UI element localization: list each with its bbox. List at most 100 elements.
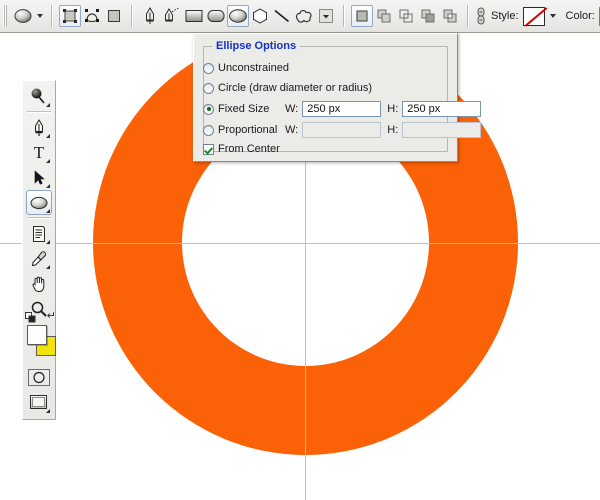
new-shape-layer-button[interactable] xyxy=(351,5,373,27)
quick-mask-icon xyxy=(28,369,50,386)
fixed-width-label: W: xyxy=(285,103,299,115)
style-chevron-down-icon[interactable] xyxy=(549,14,556,18)
radio-circle-icon[interactable] xyxy=(203,82,214,94)
add-to-shape-area-icon xyxy=(377,9,391,23)
label-fixed-size: Fixed Size xyxy=(218,103,270,115)
intersect-shape-areas-icon xyxy=(421,9,435,23)
path-selection-tool-button[interactable] xyxy=(26,165,52,190)
screen-mode-button[interactable] xyxy=(26,390,52,415)
radio-fixed-size-icon[interactable] xyxy=(203,103,214,115)
rectangle-tool-icon xyxy=(185,10,203,22)
line-tool-icon xyxy=(274,9,290,23)
rounded-rectangle-tool-icon xyxy=(207,10,225,22)
ellipse-shape-icon xyxy=(229,9,247,23)
type-tool-button[interactable]: T xyxy=(26,140,52,165)
exclude-overlapping-shape-areas-button[interactable] xyxy=(439,5,461,27)
exclude-overlapping-shape-areas-icon xyxy=(443,9,457,23)
foreground-color-swatch[interactable] xyxy=(27,325,47,345)
rounded-rectangle-tool-button[interactable] xyxy=(205,5,227,27)
tool-preset-chevron-down-icon[interactable] xyxy=(37,14,43,18)
label-circle: Circle (draw diameter or radius) xyxy=(218,82,373,94)
subtract-from-shape-area-icon xyxy=(399,9,413,23)
color-swatches: ↵ xyxy=(23,311,57,361)
radio-proportional-icon[interactable] xyxy=(203,124,214,136)
hand-tool-icon xyxy=(32,276,45,292)
fixed-width-input[interactable] xyxy=(302,101,382,117)
notes-tool-button[interactable] xyxy=(26,221,52,246)
subtract-from-shape-area-button[interactable] xyxy=(395,5,417,27)
label-proportional: Proportional xyxy=(218,124,278,136)
fixed-size-fields: W: H: xyxy=(285,101,482,117)
radio-unconstrained-icon[interactable] xyxy=(203,62,214,74)
proportional-height-input xyxy=(402,122,482,138)
link-style-icon[interactable] xyxy=(475,6,487,26)
proportional-height-label: H: xyxy=(387,124,399,136)
chevron-down-icon xyxy=(319,9,333,23)
options-bar-separator xyxy=(51,5,53,27)
add-to-shape-area-button[interactable] xyxy=(373,5,395,27)
tool-preset-picker[interactable] xyxy=(11,6,45,26)
toolbox-divider xyxy=(27,111,51,113)
toolbox-panel: T ↵ xyxy=(22,80,56,420)
flyout-corner-icon xyxy=(46,240,50,244)
line-tool-button[interactable] xyxy=(271,5,293,27)
paths-icon xyxy=(85,9,99,23)
option-row-fixed-size[interactable]: Fixed Size xyxy=(203,101,269,117)
pen-tool-icon xyxy=(35,118,43,136)
option-row-circle[interactable]: Circle (draw diameter or radius) xyxy=(203,80,372,96)
ellipse-tool-button[interactable] xyxy=(227,5,249,27)
option-row-proportional[interactable]: Proportional xyxy=(203,122,277,138)
polygon-tool-icon xyxy=(253,8,267,24)
horizontal-guide[interactable] xyxy=(0,243,600,244)
intersect-shape-areas-button[interactable] xyxy=(417,5,439,27)
ellipse-options-panel: Ellipse Options Unconstrained Circle (dr… xyxy=(193,33,482,162)
label-from-center: From Center xyxy=(218,143,280,155)
proportional-width-input xyxy=(302,122,382,138)
path-selection-arrow-icon xyxy=(34,169,45,185)
options-bar-separator-2 xyxy=(131,5,133,27)
custom-shape-tool-button[interactable] xyxy=(293,5,315,27)
flyout-corner-icon xyxy=(46,409,50,413)
notes-tool-icon xyxy=(33,225,45,242)
option-row-from-center[interactable]: From Center xyxy=(203,141,280,157)
reset-colors-icon[interactable] xyxy=(25,312,36,323)
ellipse-tool-button[interactable] xyxy=(26,190,52,215)
proportional-fields: W: H: xyxy=(285,122,482,138)
toolbox-divider-2 xyxy=(27,217,51,219)
polygon-tool-button[interactable] xyxy=(249,5,271,27)
pen-tool-button[interactable] xyxy=(26,115,52,140)
eyedropper-tool-button[interactable] xyxy=(26,246,52,271)
paths-button[interactable] xyxy=(81,5,103,27)
color-label: Color: xyxy=(565,10,595,22)
fill-pixels-button[interactable] xyxy=(103,5,125,27)
options-bar-gripper[interactable] xyxy=(3,5,7,27)
option-row-unconstrained[interactable]: Unconstrained xyxy=(203,60,289,76)
flyout-corner-icon xyxy=(46,209,50,213)
lasso-tool-button[interactable] xyxy=(26,84,52,109)
ellipse-tool-icon xyxy=(13,6,33,26)
label-unconstrained: Unconstrained xyxy=(218,62,289,74)
freeform-pen-tool-icon xyxy=(165,7,180,22)
options-bar-separator-3 xyxy=(343,5,345,27)
flyout-corner-icon xyxy=(46,184,50,188)
hand-tool-button[interactable] xyxy=(26,271,52,296)
style-swatch[interactable] xyxy=(522,6,545,26)
pen-tool-icon xyxy=(146,7,154,24)
shape-layers-icon xyxy=(63,9,77,23)
quick-mask-mode-button[interactable] xyxy=(26,365,52,390)
rectangle-tool-button[interactable] xyxy=(183,5,205,27)
ellipse-options-title: Ellipse Options xyxy=(212,40,301,52)
swap-colors-icon[interactable]: ↵ xyxy=(47,311,56,322)
tool-options-bar: Style: Color: xyxy=(0,0,600,33)
shape-tool-flyout-button[interactable] xyxy=(315,5,337,27)
flyout-corner-icon xyxy=(46,134,50,138)
freeform-pen-tool-button[interactable] xyxy=(161,5,183,27)
new-shape-layer-icon xyxy=(356,10,368,22)
pen-tool-button[interactable] xyxy=(139,5,161,27)
shape-layers-button[interactable] xyxy=(59,5,81,27)
proportional-width-label: W: xyxy=(285,124,299,136)
fixed-height-input[interactable] xyxy=(402,101,482,117)
flyout-corner-icon xyxy=(46,265,50,269)
checkbox-from-center-icon[interactable] xyxy=(203,143,214,155)
style-label: Style: xyxy=(491,10,519,22)
